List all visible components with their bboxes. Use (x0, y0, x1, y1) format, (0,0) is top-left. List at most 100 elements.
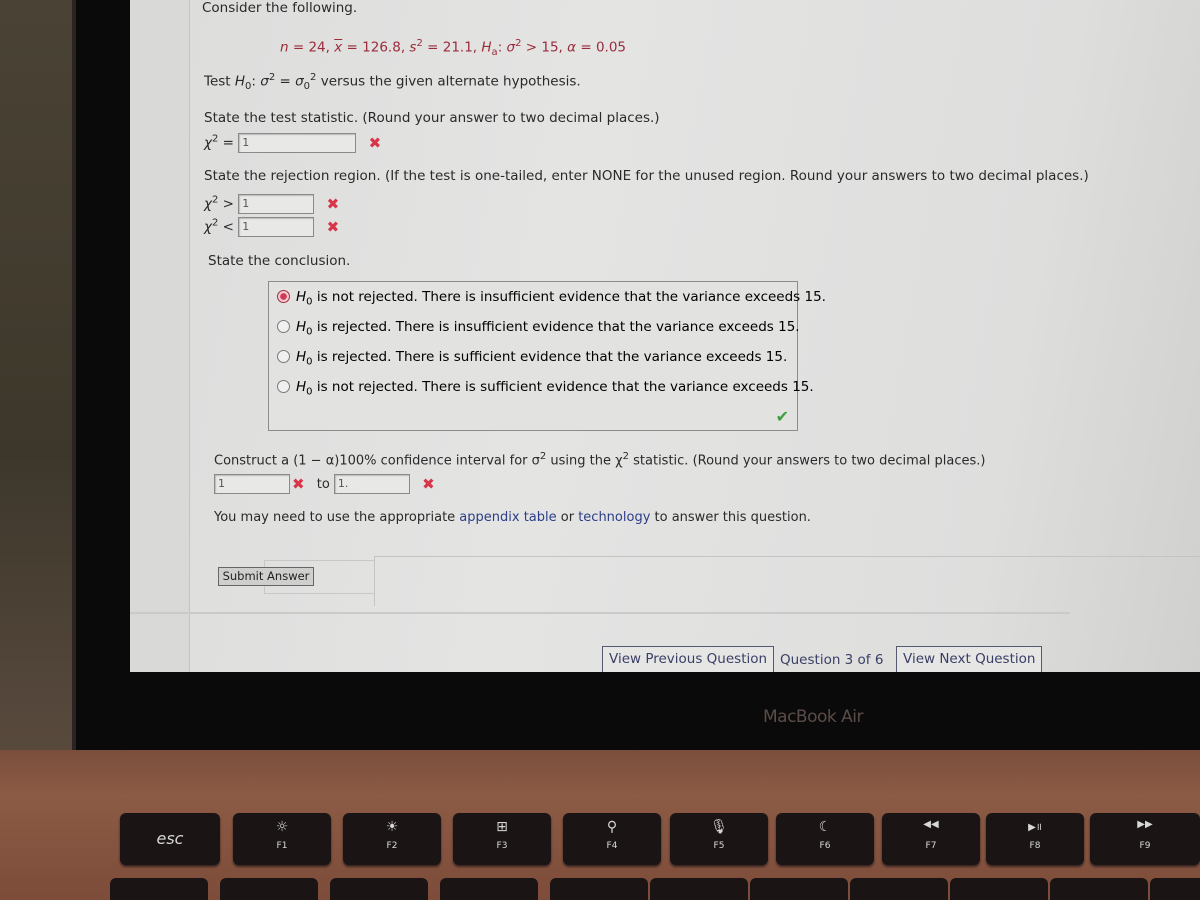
test-statistic-prompt: State the test statistic. (Round your an… (204, 110, 660, 126)
option-text: is not rejected. There is sufficient evi… (316, 379, 814, 395)
incorrect-icon: ✖ (326, 218, 340, 236)
intro-text: Consider the following. (202, 0, 358, 16)
key-label: F1 (276, 841, 288, 851)
s2-value: 21.1 (442, 39, 473, 56)
mission-control-icon: ⊞ (496, 819, 508, 835)
key-row2[interactable] (650, 878, 748, 900)
hint-text: You may need to use the appropriate appe… (214, 510, 811, 525)
result-frame (374, 556, 1200, 606)
key-f3[interactable]: ⊞ F3 (453, 813, 551, 865)
hint-c: to answer this question. (650, 510, 811, 525)
key-row2[interactable] (1150, 878, 1200, 900)
rejection-upper-input[interactable]: 1 (238, 194, 315, 214)
option-text: is not rejected. There is insufficient e… (316, 289, 826, 305)
radio-icon[interactable] (277, 380, 290, 393)
key-row2[interactable] (950, 878, 1048, 900)
background-room (0, 0, 80, 760)
hint-a: You may need to use the appropriate (214, 510, 460, 525)
key-f1[interactable]: ☼ F1 (233, 813, 331, 865)
key-f2[interactable]: ☀ F2 (343, 813, 441, 865)
key-row2[interactable] (440, 878, 538, 900)
technology-link[interactable]: technology (578, 510, 650, 525)
view-next-question-button[interactable]: View Next Question (896, 646, 1043, 672)
key-f7[interactable]: ◀◀ F7 (882, 813, 980, 865)
conclusion-option[interactable]: H0 is not rejected. There is sufficient … (277, 379, 814, 398)
key-label: F5 (713, 841, 725, 851)
alpha-value: 0.05 (595, 39, 627, 56)
test-prefix: Test (204, 73, 231, 90)
key-row2[interactable] (750, 878, 848, 900)
brightness-up-icon: ☀ (385, 819, 399, 835)
hint-b: or (556, 510, 579, 525)
device-brand: MacBook Air (763, 707, 864, 727)
correct-check-icon: ✔ (775, 407, 789, 426)
key-f5[interactable]: 🎙 F5 (670, 813, 768, 865)
test-statistic-row: χ2 = 1 ✖ (204, 133, 382, 153)
key-row2[interactable] (110, 878, 208, 900)
key-row2[interactable] (330, 878, 428, 900)
question-position: Question 3 of 6 (780, 652, 884, 668)
rejection-lower-input[interactable]: 1 (238, 217, 315, 237)
rejection-upper-row: χ2 > 1 ✖ (204, 194, 340, 214)
key-label: F3 (496, 841, 508, 851)
option-text: is rejected. There is insufficient evide… (316, 319, 800, 335)
incorrect-icon: ✖ (326, 195, 340, 213)
incorrect-icon: ✖ (422, 475, 435, 493)
key-esc[interactable]: esc (120, 813, 220, 865)
ci-row: 1 ✖ to 1. ✖ (214, 474, 435, 494)
page-margin (130, 0, 190, 672)
conclusion-prompt: State the conclusion. (208, 253, 351, 269)
incorrect-icon: ✖ (368, 134, 382, 152)
appendix-table-link[interactable]: appendix table (459, 510, 556, 525)
ha-label: H (481, 39, 492, 56)
rejection-lower-row: χ2 < 1 ✖ (204, 217, 340, 237)
radio-icon[interactable] (277, 320, 290, 333)
ci-upper-input[interactable]: 1. (333, 474, 410, 494)
test-statistic-input[interactable]: 1 (238, 133, 357, 153)
key-row2[interactable] (550, 878, 648, 900)
ha-sub: a (491, 47, 498, 59)
key-f4[interactable]: ⚲ F4 (563, 813, 661, 865)
ci-lower-input[interactable]: 1 (214, 474, 290, 494)
view-previous-question-button[interactable]: View Previous Question (602, 646, 775, 672)
n-value: 24 (308, 39, 326, 56)
n-label: n (280, 39, 289, 56)
key-f6[interactable]: ☾ F6 (776, 813, 874, 865)
microphone-icon: 🎙 (710, 819, 728, 835)
ci-prompt-a: Construct a (1 − α)100% confidence inter… (214, 453, 540, 469)
key-f9[interactable]: ▶▶ F9 (1090, 813, 1200, 865)
radio-icon[interactable] (277, 350, 290, 363)
brightness-down-icon: ☼ (275, 819, 289, 835)
do-not-disturb-icon: ☾ (818, 819, 832, 835)
conclusion-options: H0 is not rejected. There is insufficien… (268, 281, 826, 431)
ci-prompt-b: using the χ (546, 453, 623, 469)
fast-forward-icon: ▶▶ (1137, 819, 1153, 830)
radio-selected-icon[interactable] (277, 290, 290, 303)
key-label: F4 (606, 841, 618, 851)
test-line-text: versus the given alternate hypothesis. (320, 73, 581, 90)
key-row2[interactable] (850, 878, 948, 900)
incorrect-icon: ✖ (292, 475, 305, 493)
play-pause-icon: ▶॥ (1028, 822, 1042, 833)
ci-to-label: to (316, 476, 330, 492)
ci-prompt-c: statistic. (Round your answers to two de… (629, 453, 986, 469)
submit-answer-button[interactable]: Submit Answer (218, 567, 314, 586)
key-label: F2 (386, 841, 398, 851)
conclusion-option[interactable]: H0 is not rejected. There is insufficien… (277, 289, 826, 308)
option-text: is rejected. There is sufficient evidenc… (316, 349, 788, 365)
key-row2[interactable] (1050, 878, 1148, 900)
ci-prompt: Construct a (1 − α)100% confidence inter… (214, 451, 986, 469)
given-values: n = 24, x = 126.8, s2 = 21.1, Ha: σ2 > 1… (280, 38, 627, 59)
rewind-icon: ◀◀ (923, 819, 939, 830)
conclusion-option[interactable]: H0 is rejected. There is sufficient evid… (277, 349, 787, 368)
conclusion-option[interactable]: H0 is rejected. There is insufficient ev… (277, 319, 800, 338)
ha-relation: > 15 (525, 39, 559, 56)
search-icon: ⚲ (606, 819, 618, 835)
key-row2[interactable] (220, 878, 318, 900)
test-hypothesis: Test H0: σ2 = σ02 versus the given alter… (204, 72, 581, 93)
key-label: esc (156, 829, 184, 848)
divider (130, 612, 1070, 614)
screen: Consider the following. n = 24, x = 126.… (130, 0, 1200, 672)
key-f8[interactable]: ▶॥ F8 (986, 813, 1084, 865)
key-label: F7 (925, 841, 937, 851)
